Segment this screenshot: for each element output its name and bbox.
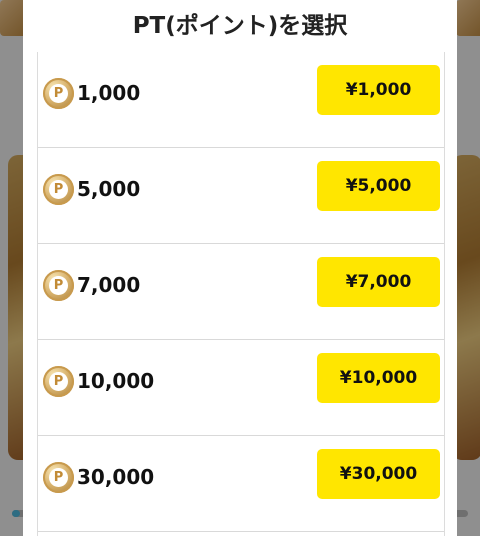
coin-symbol: P [49, 180, 68, 199]
point-coin-icon: P [43, 270, 74, 301]
buy-button[interactable]: ¥5,000 [317, 161, 440, 211]
buy-button[interactable]: ¥7,000 [317, 257, 440, 307]
point-coin-icon: P [43, 78, 74, 109]
coin-symbol: P [49, 372, 68, 391]
buy-button[interactable]: ¥10,000 [317, 353, 440, 403]
point-coin-icon: P [43, 462, 74, 493]
point-amount: 1,000 [77, 81, 141, 105]
point-coin-icon: P [43, 366, 74, 397]
modal-title: PT(ポイント)を選択 [132, 13, 348, 39]
point-option: P 5,000 ¥5,000 [38, 148, 444, 244]
point-amount: 7,000 [77, 273, 141, 297]
coin-symbol: P [49, 84, 68, 103]
background-thumbnail [456, 0, 480, 36]
point-select-modal: PT(ポイント)を選択 P 1,000 ¥1,000 P 5,000 ¥5,00… [23, 0, 457, 536]
point-amount: 10,000 [77, 369, 155, 393]
point-amount: 5,000 [77, 177, 141, 201]
buy-button[interactable]: ¥30,000 [317, 449, 440, 499]
point-option: P 7,000 ¥7,000 [38, 244, 444, 340]
buy-button[interactable]: ¥1,000 [317, 65, 440, 115]
screen: PT(ポイント)を選択 P 1,000 ¥1,000 P 5,000 ¥5,00… [0, 0, 480, 536]
point-coin-icon: P [43, 174, 74, 205]
point-option: P 10,000 ¥10,000 [38, 340, 444, 436]
point-amount: 30,000 [77, 465, 155, 489]
point-option: P 30,000 ¥30,000 [38, 436, 444, 532]
point-options-list: P 1,000 ¥1,000 P 5,000 ¥5,000 P 7,000 ¥7… [37, 52, 445, 536]
coin-symbol: P [49, 276, 68, 295]
point-option: P 1,000 ¥1,000 [38, 52, 444, 148]
coin-symbol: P [49, 468, 68, 487]
